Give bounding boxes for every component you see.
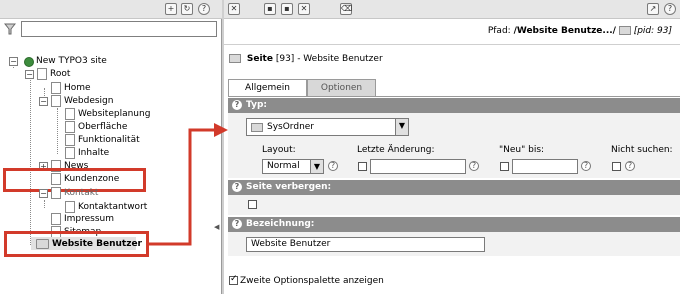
tab-optionen[interactable]: Optionen (307, 79, 376, 97)
section-title-header: ? Bezeichnung: (228, 217, 680, 232)
page-icon (65, 134, 75, 146)
nicht-suchen-label: Nicht suchen: (611, 145, 673, 155)
typ-label: Typ: (246, 100, 267, 110)
tree-item-webdesign[interactable]: Webdesign (64, 96, 113, 106)
tree-item-impressum[interactable]: Impressum (64, 214, 114, 224)
check-icon: ✓ (230, 274, 238, 284)
tree-item-inhalte[interactable]: Inhalte (78, 148, 109, 158)
path-value: /Website Benutze.../ (513, 26, 616, 36)
tab-allgemein[interactable]: Allgemein (228, 79, 307, 97)
page-icon (51, 82, 61, 94)
typ-select[interactable]: SysOrdner ▼ (246, 118, 409, 136)
layout-label: Layout: (262, 145, 296, 155)
folder-icon (251, 123, 263, 132)
help-icon[interactable]: ? (232, 100, 242, 110)
page-icon (51, 187, 61, 199)
highlight-box-website-benutzer (4, 231, 149, 257)
collapse-root-toggle[interactable]: − (25, 70, 34, 79)
tree-item-kontaktantwort[interactable]: Kontaktantwort (78, 202, 147, 212)
neu-bis-label: "Neu" bis: (499, 145, 545, 155)
tree-item-oberflaeche[interactable]: Oberfläche (78, 122, 127, 132)
page-title: - Website Benutzer (297, 54, 383, 64)
page-id: [93] (275, 54, 295, 64)
layout-select[interactable]: Normal ▼ (262, 159, 324, 174)
save-view-icon[interactable]: ▪ (281, 3, 293, 15)
last-change-checkbox[interactable] (358, 162, 367, 171)
help-icon[interactable]: ? (581, 161, 591, 171)
collapse-webdesign-toggle[interactable]: − (39, 97, 48, 106)
section-hide-header: ? Seite verbergen: (228, 180, 680, 195)
page-icon (51, 95, 61, 107)
tree-item-home[interactable]: Home (64, 83, 91, 93)
page-icon (65, 121, 75, 133)
nicht-suchen-checkbox[interactable] (612, 162, 621, 171)
refresh-icon[interactable]: ↻ (181, 3, 193, 15)
typ-value: SysOrdner (267, 122, 315, 132)
tree-item-root[interactable]: Root (50, 69, 70, 79)
help-icon[interactable]: ? (232, 219, 242, 229)
editor-toolbar: ✕ ▪ ▪ ✕ ⌫ ↗ ? (224, 0, 680, 19)
page-icon (51, 213, 61, 225)
hide-page-checkbox[interactable] (248, 200, 257, 209)
neu-bis-field[interactable] (512, 159, 578, 174)
help-icon[interactable]: ? (232, 182, 242, 192)
hide-label: Seite verbergen: (246, 182, 332, 192)
title-input[interactable]: Website Benutzer (246, 237, 485, 252)
save-icon[interactable]: ▪ (264, 3, 276, 15)
layout-value: Normal (267, 161, 300, 171)
collapse-kontakt-toggle[interactable]: − (39, 189, 48, 198)
page-icon (65, 201, 75, 213)
folder-icon (229, 54, 241, 63)
help-icon[interactable]: ? (469, 161, 479, 171)
globe-icon (24, 57, 34, 67)
collapse-pane-icon[interactable]: ◀ (214, 223, 219, 231)
help-icon[interactable]: ? (664, 3, 676, 15)
divider-line (224, 44, 680, 45)
section-typ-header: ? Typ: (228, 98, 680, 113)
tree-item-websiteplanung[interactable]: Websiteplanung (78, 109, 150, 119)
chevron-down-icon: ▼ (395, 119, 408, 135)
title-label: Bezeichnung: (246, 219, 315, 229)
collapse-site-toggle[interactable]: − (9, 57, 18, 66)
filter-icon[interactable] (4, 23, 16, 35)
tab-underline (228, 96, 680, 97)
page-kind: Seite (246, 54, 273, 64)
new-page-icon[interactable]: + (165, 3, 177, 15)
tree-toolbar: + ↻ ? (0, 0, 222, 19)
page-header: Seite [93] - Website Benutzer (229, 54, 383, 64)
help-icon[interactable]: ? (625, 161, 635, 171)
page-icon (65, 147, 75, 159)
path-label: Pfad: (487, 26, 511, 36)
tree-site-label[interactable]: New TYPO3 site (36, 56, 107, 66)
second-palette-checkbox[interactable]: ✓ (229, 274, 238, 285)
tree-filter-input[interactable] (21, 21, 217, 37)
section-hide-body (228, 195, 680, 215)
tree-item-kontakt[interactable]: Kontakt (64, 188, 98, 198)
tree-item-funktionalitaet[interactable]: Funktionalität (78, 135, 140, 145)
path-info: Pfad: /Website Benutze.../ [pid: 93] (488, 26, 672, 36)
page-icon (37, 68, 47, 80)
neu-bis-checkbox[interactable] (500, 162, 509, 171)
delete-icon[interactable]: ⌫ (340, 3, 352, 15)
last-change-field[interactable] (370, 159, 466, 174)
page-icon (65, 108, 75, 120)
save-close-icon[interactable]: ✕ (298, 3, 310, 15)
help-icon[interactable]: ? (198, 3, 210, 15)
chevron-down-icon: ▼ (310, 160, 323, 173)
close-icon[interactable]: ✕ (228, 3, 240, 15)
open-new-window-icon[interactable]: ↗ (647, 3, 659, 15)
pid-value: [pid: 93] (633, 26, 672, 36)
help-icon[interactable]: ? (328, 161, 338, 171)
folder-icon (618, 26, 631, 35)
second-palette-label: Zweite Optionspalette anzeigen (240, 276, 384, 286)
last-change-label: Letzte Änderung: (357, 145, 435, 155)
